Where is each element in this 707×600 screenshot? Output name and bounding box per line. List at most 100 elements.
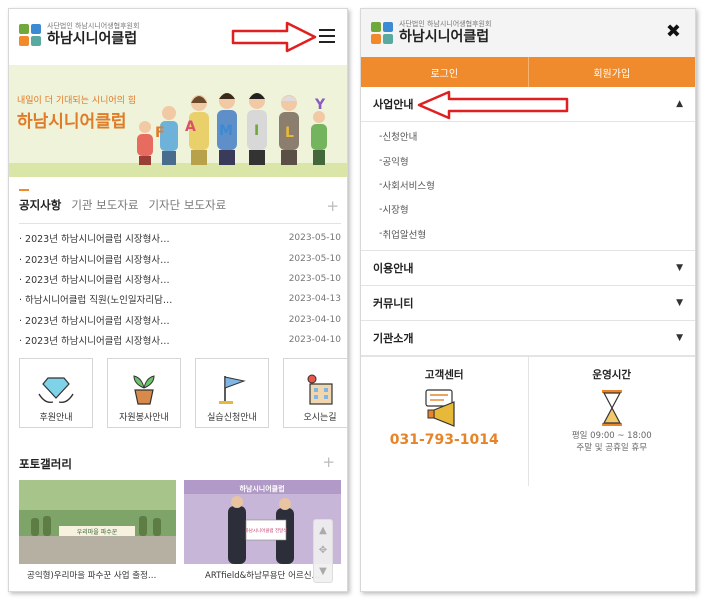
annotation-arrow-right-icon — [231, 21, 317, 53]
notice-date: 2023-05-10 — [288, 253, 341, 264]
main-banner[interactable]: 내일이 더 기대되는 시니어의 힘 하남시니어클럽 F A M I L Y — [9, 65, 347, 177]
photo-banner-text: 우리마을 파수꾼 — [77, 528, 118, 536]
banner-letter-m: M — [219, 123, 233, 139]
notice-list: 2023년 하남시니어클럽 시장형사… 2023-05-10 2023년 하남시니… — [19, 228, 341, 350]
chevron-down-icon[interactable]: ▼ — [676, 298, 683, 308]
club-logo-icon[interactable] — [371, 22, 393, 44]
mobile-menu-screen: 사단법인 하남시니어생협후원회 하남시니어클럽 ✖ 로그인 회원가입 사업안내 … — [360, 8, 696, 592]
notice-row[interactable]: 2023년 하남시니어클럽 시장형사… 2023-05-10 — [19, 248, 341, 268]
tab-notice[interactable]: 공지사항 — [19, 189, 61, 213]
quick-links: 후원안내 자원봉사안내 실습신청안내 오시는길 — [19, 358, 347, 428]
notice-title: 2023년 하남시니어클럽 시장형사… — [19, 333, 170, 347]
header: 사단법인 하남시니어생협후원회 하남시니어클럽 — [9, 9, 347, 61]
quick-link-label: 오시는길 — [303, 413, 337, 423]
banner-letter-a: A — [185, 119, 196, 135]
banner-letter-f: F — [155, 125, 165, 141]
logo-subtitle: 사단법인 하남시니어생협후원회 — [399, 20, 492, 28]
notice-board: 공지사항 기관 보도자료 기자단 보도자료 + 2023년 하남시니어클럽 시장… — [19, 189, 341, 350]
hamburger-menu-icon[interactable] — [319, 29, 335, 43]
submenu-business: 신청안내 공익형 사회서비스형 시장형 취업알선형 — [361, 122, 695, 251]
annotation-arrow-left-icon — [417, 90, 569, 120]
arrow-up-icon[interactable]: ▲ — [319, 525, 327, 536]
scroll-control[interactable]: ▲ ✥ ▼ — [313, 519, 333, 583]
photo-caption[interactable]: ARTfield&하남무용단 어르신… — [205, 569, 320, 581]
menu-usage[interactable]: 이용안내 ▼ — [361, 251, 695, 286]
photo-gallery: 우리마을 파수꾼 하남시니어클럽 하남시니어클럽 전달식 — [19, 480, 341, 564]
operating-hours-title: 운영시간 — [592, 368, 632, 381]
menu-label: 이용안내 — [373, 261, 414, 275]
auth-bar: 로그인 회원가입 — [361, 57, 695, 87]
quick-link-label: 후원안내 — [39, 413, 73, 423]
diamond-hands-icon — [38, 377, 74, 404]
weekend-notice: 주말 및 공휴일 휴무 — [576, 442, 648, 453]
move-icon[interactable]: ✥ — [319, 545, 327, 556]
chevron-down-icon[interactable]: ▼ — [676, 333, 683, 343]
notice-tabs: 공지사항 기관 보도자료 기자단 보도자료 — [19, 189, 341, 217]
photo-caption[interactable]: 공익형)우리마을 파수꾼 사업 출정… — [27, 569, 156, 581]
menu-label: 커뮤니티 — [373, 296, 414, 310]
chevron-down-icon[interactable]: ▼ — [676, 263, 683, 273]
flag-icon — [219, 376, 246, 404]
mobile-home-screen: 사단법인 하남시니어생협후원회 하남시니어클럽 내일이 더 기대되는 시니어의 … — [8, 8, 348, 592]
submenu-item[interactable]: 취업알선형 — [361, 222, 695, 246]
notice-row[interactable]: 하남시니어클럽 직원(노인일자리담… 2023-04-13 — [19, 289, 341, 309]
notice-date: 2023-05-10 — [288, 233, 341, 244]
notice-title: 하남시니어클럽 직원(노인일자리담… — [19, 292, 172, 306]
notice-row[interactable]: 2023년 하남시니어클럽 시장형사… 2023-05-10 — [19, 228, 341, 248]
notice-more-button[interactable]: + — [326, 197, 339, 215]
tab-press[interactable]: 기관 보도자료 — [71, 197, 138, 213]
megaphone-icon — [425, 389, 455, 427]
divider — [19, 223, 341, 224]
notice-row[interactable]: 2023년 하남시니어클럽 시장형사… 2023-05-10 — [19, 269, 341, 289]
photo-banner-text: 하남시니어클럽 — [239, 484, 284, 493]
notice-title: 2023년 하남시니어클럽 시장형사… — [19, 231, 170, 245]
notice-title: 2023년 하남시니어클럽 시장형사… — [19, 252, 170, 266]
hourglass-icon — [601, 389, 622, 426]
notice-title: 2023년 하남시니어클럽 시장형사… — [19, 272, 170, 286]
logo[interactable]: 사단법인 하남시니어생협후원회 하남시니어클럽 — [399, 20, 491, 46]
submenu-item[interactable]: 신청안내 — [361, 124, 695, 148]
family-illustration: F A M I L Y — [9, 93, 347, 177]
plant-pot-icon — [133, 375, 155, 405]
logo-name: 하남시니어클럽 — [47, 31, 138, 47]
menu-label: 사업안내 — [373, 98, 414, 111]
menu-about[interactable]: 기관소개 ▼ — [361, 321, 695, 356]
operating-hours: 운영시간 평일 09:00 ~ 18:00 주말 및 공휴일 휴무 — [529, 357, 696, 486]
signup-button[interactable]: 회원가입 — [528, 57, 695, 87]
tab-reporter[interactable]: 기자단 보도자료 — [148, 197, 226, 213]
building-pin-icon — [307, 374, 333, 405]
submenu-item[interactable]: 시장형 — [361, 197, 695, 221]
notice-row[interactable]: 2023년 하남시니어클럽 시장형사… 2023-04-10 — [19, 330, 341, 350]
quick-link-volunteer[interactable]: 자원봉사안내 — [107, 358, 181, 428]
submenu-item[interactable]: 공익형 — [361, 148, 695, 172]
logo[interactable]: 사단법인 하남시니어생협후원회 하남시니어클럽 — [47, 22, 139, 48]
notice-date: 2023-04-13 — [288, 294, 341, 305]
login-button[interactable]: 로그인 — [361, 57, 529, 87]
hours-text: 평일 09:00 ~ 18:00 주말 및 공휴일 휴무 — [572, 430, 652, 454]
notice-date: 2023-05-10 — [288, 273, 341, 284]
weekday-hours: 평일 09:00 ~ 18:00 — [571, 430, 652, 441]
quick-link-label: 자원봉사안내 — [119, 413, 169, 423]
submenu-item[interactable]: 사회서비스형 — [361, 173, 695, 197]
gallery-more-button[interactable]: + — [322, 453, 335, 471]
arrow-down-icon[interactable]: ▼ — [319, 566, 327, 577]
photo-sign-text: 하남시니어클럽 전달식 — [245, 527, 288, 534]
notice-row[interactable]: 2023년 하남시니어클럽 시장형사… 2023-04-10 — [19, 310, 341, 330]
menu-header: 사단법인 하남시니어생협후원회 하남시니어클럽 ✖ — [361, 9, 695, 57]
customer-center: 고객센터 031-793-1014 — [361, 356, 529, 486]
club-logo-icon[interactable] — [19, 24, 41, 46]
nav-menu: 사업안내 ▲ 신청안내 공익형 사회서비스형 시장형 취업알선형 이용안내 ▼ … — [361, 87, 695, 356]
quick-link-directions[interactable]: 오시는길 — [283, 358, 347, 428]
phone-number[interactable]: 031-793-1014 — [390, 432, 499, 448]
menu-community[interactable]: 커뮤니티 ▼ — [361, 286, 695, 321]
chevron-up-icon[interactable]: ▲ — [676, 99, 683, 109]
quick-link-practicum[interactable]: 실습신청안내 — [195, 358, 269, 428]
notice-date: 2023-04-10 — [288, 314, 341, 325]
quick-link-label: 실습신청안내 — [207, 413, 257, 423]
gallery-photo-1[interactable]: 우리마을 파수꾼 — [19, 480, 176, 564]
quick-link-donation[interactable]: 후원안내 — [19, 358, 93, 428]
close-icon[interactable]: ✖ — [666, 21, 681, 42]
banner-letter-l: L — [285, 125, 294, 141]
banner-letter-i: I — [254, 123, 259, 139]
info-section: 고객센터 031-793-1014 운영시간 평일 09:00 ~ 18:00 … — [361, 355, 696, 486]
